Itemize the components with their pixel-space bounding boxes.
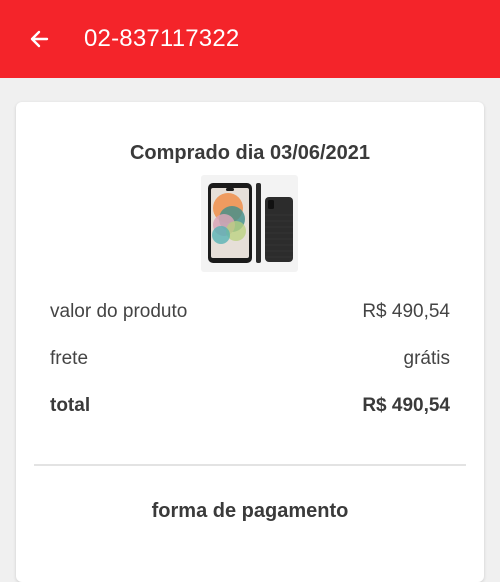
back-button[interactable]	[26, 26, 52, 52]
purchase-date-label: Comprado dia 03/06/2021	[129, 142, 371, 164]
order-details-card: Comprado dia 03/06/2021 valor do produto…	[16, 102, 484, 582]
payment-method-heading: forma de pagamento	[151, 500, 349, 522]
order-number-title: 02-837117322	[84, 25, 240, 52]
product-image[interactable]	[201, 175, 298, 272]
product-value-label: valor do produto	[50, 301, 188, 322]
shipping-label: frete	[50, 348, 89, 369]
shipping-row: frete grátis	[50, 348, 450, 370]
total-amount: R$ 490,54	[362, 395, 450, 416]
shipping-value: grátis	[403, 348, 450, 369]
app-bar: 02-837117322	[0, 0, 500, 78]
section-divider	[34, 464, 466, 466]
total-label: total	[50, 395, 91, 416]
smartphone-image	[208, 183, 293, 263]
total-row: total R$ 490,54	[50, 395, 450, 417]
product-value-row: valor do produto R$ 490,54	[50, 301, 450, 323]
arrow-left-icon	[30, 30, 49, 48]
product-value-amount: R$ 490,54	[362, 301, 450, 322]
